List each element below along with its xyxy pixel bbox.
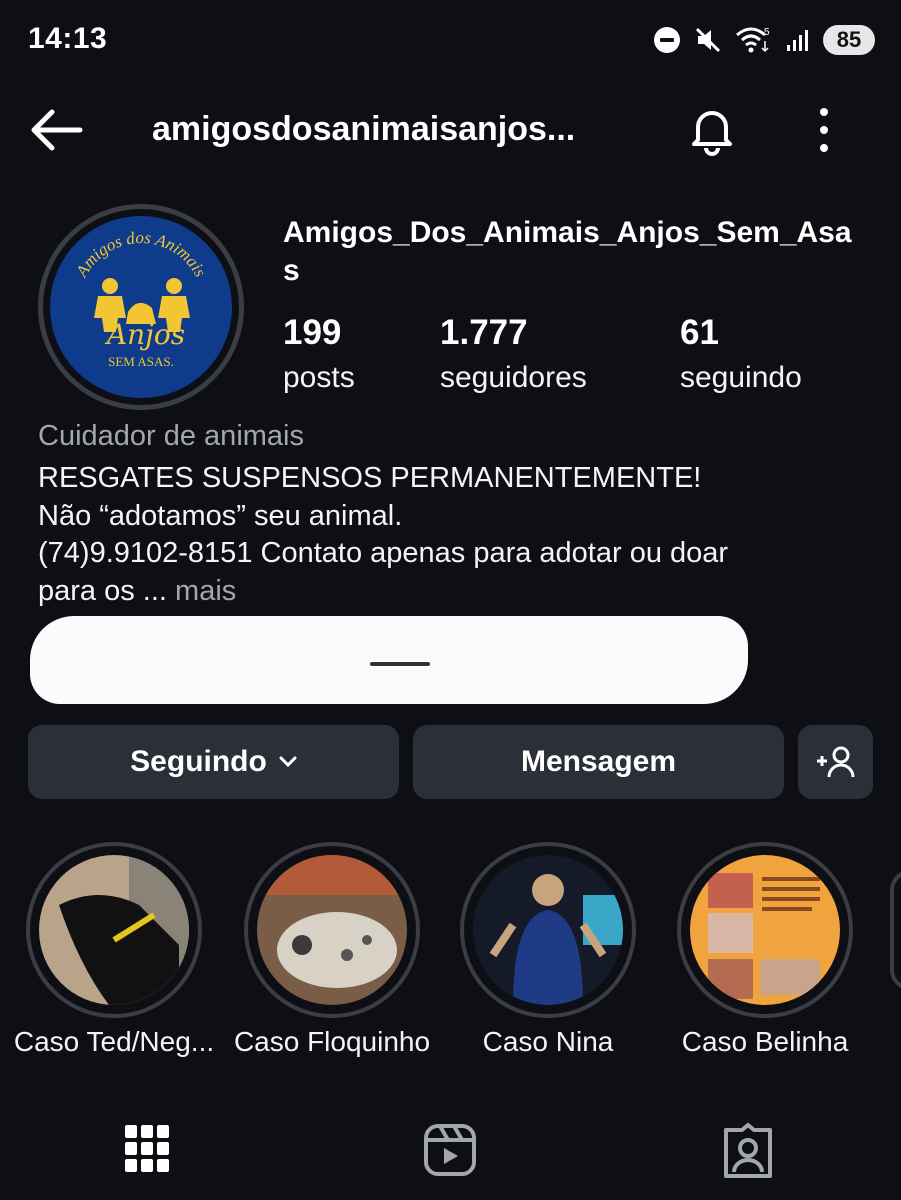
bell-icon (692, 111, 732, 156)
highlight-ring (460, 842, 636, 1018)
highlight-partial[interactable] (890, 870, 901, 990)
bio-line: RESGATES SUSPENSOS PERMANENTEMENTE! (38, 462, 702, 494)
highlight-item[interactable]: Caso Ted/Neg... (14, 842, 214, 1057)
tab-reels[interactable] (420, 1122, 480, 1182)
muted-icon (695, 27, 721, 53)
svg-text:Amigos dos Animais: Amigos dos Animais (72, 228, 211, 281)
profile-bio: RESGATES SUSPENSOS PERMANENTEMENTE! Não … (38, 460, 868, 610)
redaction-mark (370, 662, 430, 666)
highlight-cover (690, 855, 840, 1005)
bio-line: para os ... (38, 574, 167, 607)
following-label: Seguindo (130, 745, 267, 778)
highlight-ring (677, 842, 853, 1018)
redacted-area (30, 616, 748, 704)
highlight-cover (473, 855, 623, 1005)
more-options-button[interactable] (806, 104, 842, 156)
stat-label: posts (283, 361, 355, 394)
stat-value: 1.777 (440, 313, 528, 352)
status-bar: 14:13 5 85 (0, 0, 901, 80)
following-button[interactable]: Seguindo (28, 725, 399, 799)
highlight-cover (39, 855, 189, 1005)
profile-avatar[interactable]: Amigos dos Animais Anjos SEM ASAS. (38, 204, 244, 410)
tagged-icon (724, 1123, 772, 1178)
logo-arc-text: Amigos dos Animais (72, 228, 211, 281)
stat-posts[interactable]: 199 posts (283, 312, 355, 398)
profile-category: Cuidador de animais (38, 420, 304, 452)
logo-artwork: Amigos dos Animais Anjos SEM ASAS. (72, 228, 211, 369)
stat-following[interactable]: 61 seguindo (680, 312, 802, 398)
message-label: Mensagem (520, 745, 677, 778)
do-not-disturb-icon (654, 27, 680, 53)
message-button[interactable]: Mensagem (413, 725, 784, 799)
highlight-label: Caso Nina (482, 1026, 614, 1057)
tab-tagged[interactable] (718, 1122, 778, 1182)
stat-value: 199 (283, 313, 342, 352)
stat-followers[interactable]: 1.777 seguidores (440, 312, 587, 398)
logo-sub-text: SEM ASAS. (108, 354, 174, 369)
back-button[interactable] (26, 106, 86, 154)
highlight-item[interactable]: Caso Belinha (677, 842, 853, 1057)
more-vertical-icon (820, 108, 828, 152)
bio-more-link[interactable]: mais (175, 575, 236, 607)
avatar-logo: Amigos dos Animais Anjos SEM ASAS. (50, 216, 232, 398)
highlight-cover (257, 855, 407, 1005)
status-time: 14:13 (28, 22, 108, 55)
bio-line-last: para os ... mais (38, 573, 868, 611)
add-person-icon (816, 746, 854, 778)
highlight-ring (26, 842, 202, 1018)
highlight-item[interactable]: Caso Nina (460, 842, 636, 1057)
header-title: amigosdosanimaisanjos... (152, 110, 576, 148)
grid-icon (125, 1125, 169, 1172)
status-icons: 5 85 (653, 22, 875, 58)
profile-header: amigosdosanimaisanjos... (0, 90, 901, 170)
wifi-icon: 5 (736, 27, 770, 53)
battery-indicator: 85 (823, 25, 875, 55)
suggested-people-button[interactable] (798, 725, 873, 799)
logo-main-text: Anjos (104, 318, 185, 351)
bio-line: (74)9.9102-8151 Contato apenas para adot… (38, 537, 729, 569)
notifications-button[interactable] (684, 102, 740, 158)
stat-label: seguidores (440, 361, 587, 394)
highlight-ring (244, 842, 420, 1018)
stat-value: 61 (680, 313, 719, 352)
arrow-left-icon (31, 109, 83, 151)
stat-label: seguindo (680, 361, 802, 394)
highlight-label: Caso Ted/Neg... (13, 1026, 215, 1057)
highlight-item[interactable]: Caso Floquinho (234, 842, 430, 1057)
highlight-label: Caso Belinha (681, 1026, 849, 1057)
tab-posts-grid[interactable] (122, 1122, 182, 1182)
highlight-label: Caso Floquinho (233, 1026, 431, 1057)
chevron-down-icon (279, 756, 297, 768)
signal-icon (787, 30, 808, 51)
reels-icon (424, 1124, 476, 1176)
profile-username: Amigos_Dos_Animais_Anjos_Sem_Asas (283, 216, 852, 287)
bio-line: Não “adotamos” seu animal. (38, 499, 403, 532)
svg-text:5: 5 (764, 27, 770, 38)
